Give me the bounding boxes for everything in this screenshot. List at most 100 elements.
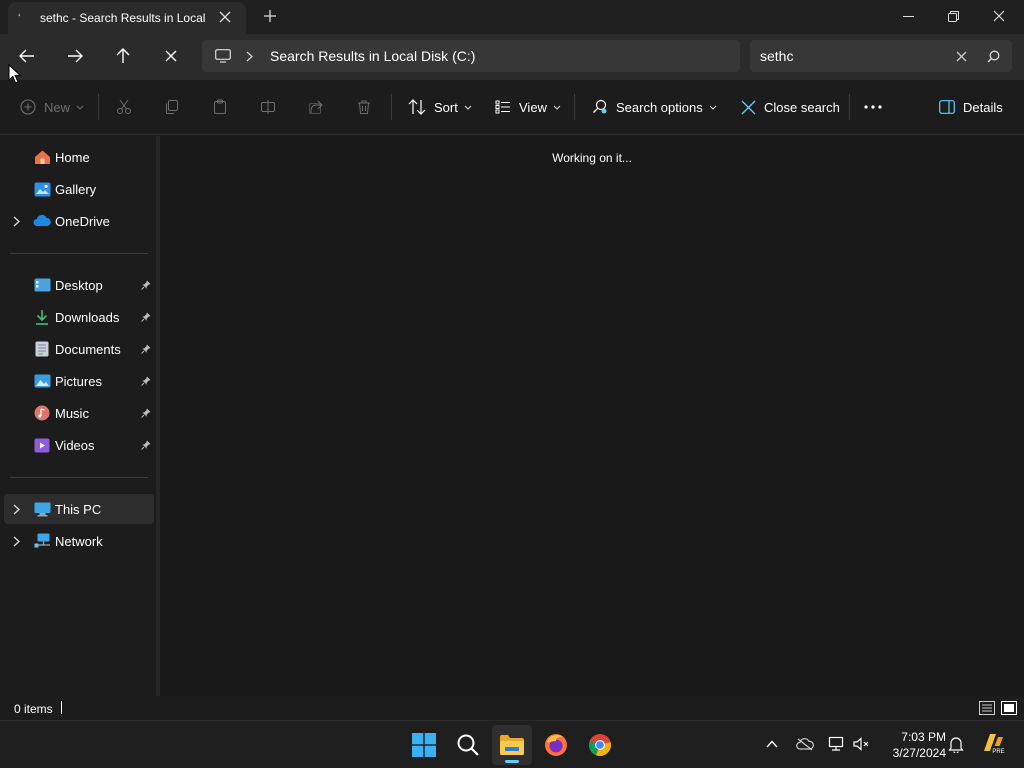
chevron-right-icon[interactable] bbox=[10, 216, 22, 227]
this-pc-icon[interactable] bbox=[214, 47, 232, 65]
taskbar-firefox[interactable] bbox=[536, 725, 576, 765]
share-button[interactable] bbox=[308, 92, 324, 122]
sidebar-item-downloads[interactable]: Downloads bbox=[4, 302, 154, 332]
details-label: Details bbox=[963, 99, 1003, 115]
copilot-preview-button[interactable]: PRE bbox=[980, 731, 1006, 757]
onedrive-icon bbox=[33, 212, 51, 230]
sidebar-item-music[interactable]: Music bbox=[4, 398, 154, 428]
new-button[interactable]: New bbox=[20, 92, 84, 122]
sidebar-item-label: Music bbox=[55, 405, 89, 421]
sidebar-item-gallery[interactable]: Gallery bbox=[4, 174, 154, 204]
close-search-button[interactable]: Close search bbox=[741, 92, 840, 122]
chevron-down-icon bbox=[464, 105, 472, 110]
search-options-button[interactable]: Search options bbox=[592, 92, 717, 122]
more-options-button[interactable] bbox=[864, 92, 882, 122]
chevron-right-icon[interactable] bbox=[10, 504, 22, 515]
videos-icon bbox=[33, 436, 51, 454]
sidebar-item-network[interactable]: Network bbox=[4, 526, 154, 556]
rename-button[interactable] bbox=[260, 92, 276, 122]
taskbar-file-explorer[interactable] bbox=[492, 725, 532, 765]
sidebar-item-label: Gallery bbox=[55, 181, 97, 197]
volume-muted-icon bbox=[853, 737, 869, 751]
delete-button[interactable] bbox=[356, 92, 372, 122]
forward-button[interactable] bbox=[59, 41, 91, 71]
stop-button[interactable] bbox=[155, 41, 187, 71]
file-list-view[interactable]: Working on it... bbox=[160, 136, 1024, 696]
close-icon bbox=[993, 10, 1005, 22]
this-pc-icon bbox=[33, 500, 51, 518]
tab-search-results[interactable]: ‘ sethc - Search Results in Local bbox=[8, 2, 246, 34]
network-status-icon bbox=[828, 736, 844, 751]
notifications-button[interactable] bbox=[945, 733, 967, 755]
home-icon bbox=[33, 148, 51, 166]
sidebar-item-this-pc[interactable]: This PC bbox=[4, 494, 154, 524]
trash-icon bbox=[358, 100, 370, 114]
search-box[interactable]: sethc bbox=[750, 40, 1012, 72]
gallery-icon bbox=[33, 180, 51, 198]
pin-icon[interactable] bbox=[140, 376, 152, 386]
sidebar-item-home[interactable]: Home bbox=[4, 142, 154, 172]
sidebar-divider bbox=[10, 477, 148, 478]
restore-button[interactable] bbox=[930, 0, 976, 32]
details-button[interactable]: Details bbox=[939, 92, 1003, 122]
close-search-icon bbox=[741, 100, 756, 114]
pin-icon[interactable] bbox=[140, 408, 152, 418]
show-hidden-icons-button[interactable] bbox=[761, 733, 783, 755]
sidebar-item-pictures[interactable]: Pictures bbox=[4, 366, 154, 396]
sidebar-item-videos[interactable]: Videos bbox=[4, 430, 154, 460]
sidebar-item-documents[interactable]: Documents bbox=[4, 334, 154, 364]
cut-button[interactable] bbox=[116, 92, 132, 122]
arrow-right-icon bbox=[68, 49, 83, 63]
copy-icon bbox=[166, 100, 178, 114]
sidebar-item-onedrive[interactable]: OneDrive bbox=[4, 206, 154, 236]
chevron-right-icon[interactable] bbox=[10, 536, 22, 547]
title-bar: ‘ sethc - Search Results in Local bbox=[0, 0, 1024, 34]
item-count: 0 items bbox=[14, 702, 53, 716]
running-indicator bbox=[505, 760, 519, 763]
large-icons-view-button[interactable] bbox=[1000, 699, 1018, 717]
taskbar-clock[interactable]: 7:03 PM 3/27/2024 bbox=[880, 729, 946, 761]
sidebar-item-label: Pictures bbox=[55, 373, 102, 389]
copy-button[interactable] bbox=[164, 92, 180, 122]
pin-icon[interactable] bbox=[140, 312, 152, 322]
clear-search-icon[interactable] bbox=[948, 43, 974, 69]
onedrive-tray-button[interactable] bbox=[794, 733, 816, 755]
details-view-icon bbox=[979, 701, 995, 715]
navigation-pane: Home Gallery OneDrive Desktop Downloads bbox=[0, 136, 158, 696]
minimize-button[interactable] bbox=[885, 0, 931, 32]
chevron-right-icon[interactable] bbox=[246, 51, 256, 62]
pin-icon[interactable] bbox=[140, 440, 152, 450]
plus-icon bbox=[264, 10, 276, 22]
pin-icon[interactable] bbox=[140, 344, 152, 354]
music-icon bbox=[33, 404, 51, 422]
divider bbox=[574, 94, 575, 120]
close-search-label: Close search bbox=[764, 99, 840, 115]
volume-tray-button[interactable] bbox=[851, 733, 873, 755]
taskbar-chrome[interactable] bbox=[580, 725, 620, 765]
tab-close-icon[interactable] bbox=[216, 8, 234, 26]
taskbar-search-button[interactable] bbox=[448, 725, 488, 765]
breadcrumb-location[interactable]: Search Results in Local Disk (C:) bbox=[270, 48, 475, 64]
search-icon[interactable] bbox=[980, 43, 1006, 69]
sidebar-item-label: Documents bbox=[55, 341, 121, 357]
start-button[interactable] bbox=[404, 725, 444, 765]
paste-button[interactable] bbox=[212, 92, 228, 122]
rename-icon bbox=[261, 100, 275, 114]
address-bar[interactable]: Search Results in Local Disk (C:) bbox=[202, 40, 740, 72]
sort-button[interactable]: Sort bbox=[408, 92, 472, 122]
desktop-icon bbox=[33, 276, 51, 294]
network-tray-button[interactable] bbox=[825, 733, 847, 755]
pin-icon[interactable] bbox=[140, 280, 152, 290]
up-button[interactable] bbox=[107, 41, 139, 71]
close-window-button[interactable] bbox=[976, 0, 1022, 32]
status-separator bbox=[61, 701, 62, 714]
sort-icon bbox=[408, 99, 426, 115]
status-bar: 0 items bbox=[0, 696, 1024, 720]
new-tab-button[interactable] bbox=[260, 6, 280, 26]
details-view-button[interactable] bbox=[978, 699, 996, 717]
sidebar-item-desktop[interactable]: Desktop bbox=[4, 270, 154, 300]
search-input[interactable]: sethc bbox=[760, 48, 948, 64]
share-icon bbox=[309, 100, 323, 114]
large-icons-view-icon bbox=[1001, 701, 1017, 715]
view-button[interactable]: View bbox=[495, 92, 561, 122]
